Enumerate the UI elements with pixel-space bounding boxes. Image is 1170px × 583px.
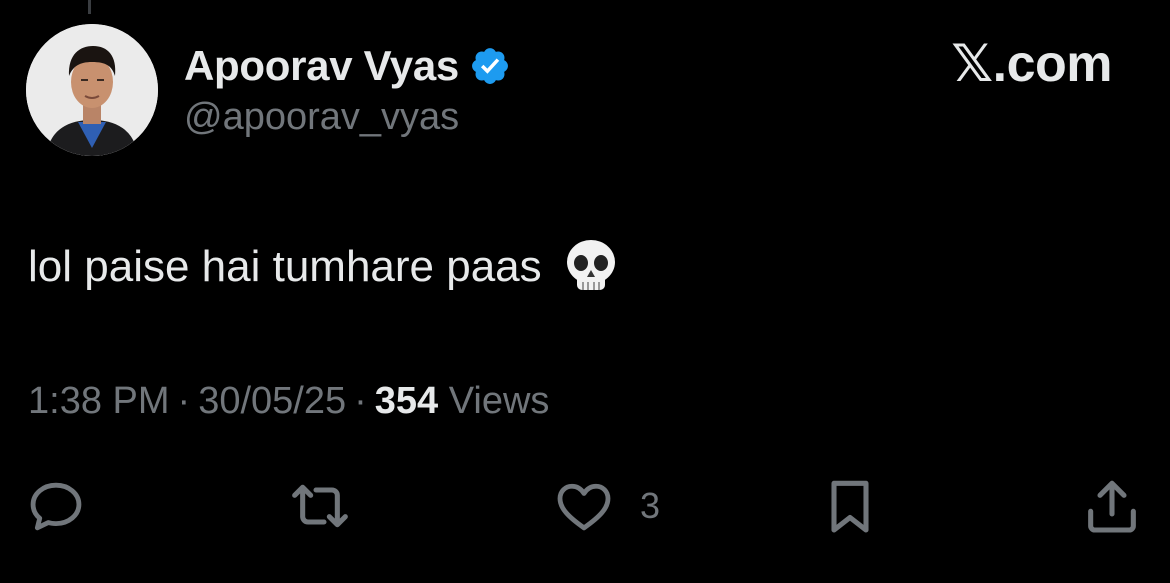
repost-button[interactable] xyxy=(284,474,380,538)
verified-badge-icon xyxy=(469,45,511,87)
meta-separator: · xyxy=(354,380,367,422)
bookmark-button[interactable] xyxy=(818,474,906,538)
views-label: Views xyxy=(448,380,550,422)
like-button[interactable]: 3 xyxy=(552,474,660,538)
tweet-date[interactable]: 30/05/25 xyxy=(198,380,346,422)
bookmark-icon xyxy=(831,480,869,533)
meta-separator: · xyxy=(177,380,191,422)
share-icon xyxy=(1088,480,1136,533)
tweet-time[interactable]: 1:38 PM xyxy=(28,380,170,422)
avatar-photo xyxy=(26,24,158,156)
like-count: 3 xyxy=(640,485,661,526)
tweet-text: lol paise hai tumhare paas xyxy=(28,242,542,291)
reply-icon xyxy=(30,482,82,531)
reply-button[interactable] xyxy=(24,474,112,538)
tweet-meta: 1:38 PM · 30/05/25 · 354 Views xyxy=(28,380,549,423)
tweet-body: lol paise hai tumhare paas xyxy=(28,238,618,296)
views-count: 354 xyxy=(374,380,439,422)
skull-emoji-icon xyxy=(564,238,618,296)
tweet-card: Apoorav Vyas @apoorav_vyas 𝕏.com lol pai… xyxy=(0,0,1170,583)
repost-icon xyxy=(292,484,348,528)
x-brand-logo[interactable]: 𝕏.com xyxy=(951,34,1112,94)
author-name-row: Apoorav Vyas xyxy=(184,38,511,94)
thread-connector-line xyxy=(88,0,91,14)
action-bar: 3 xyxy=(0,474,1170,538)
author-name[interactable]: Apoorav Vyas xyxy=(184,42,459,90)
avatar[interactable] xyxy=(26,24,158,156)
share-button[interactable] xyxy=(1080,474,1168,538)
heart-icon xyxy=(557,483,611,531)
author-handle[interactable]: @apoorav_vyas xyxy=(184,96,459,139)
